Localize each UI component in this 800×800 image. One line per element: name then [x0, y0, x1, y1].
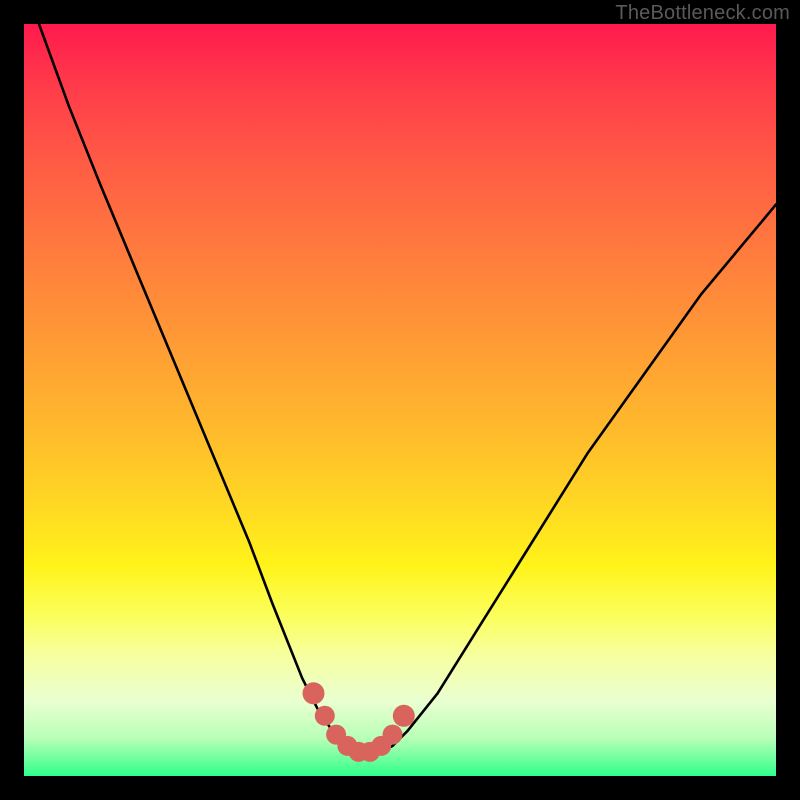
highlight-dot	[315, 706, 335, 726]
highlight-dots	[303, 682, 415, 762]
bottleneck-curve	[39, 24, 776, 753]
watermark-text: TheBottleneck.com	[615, 2, 790, 25]
chart-plot-area	[24, 24, 776, 776]
highlight-dot	[383, 725, 403, 745]
highlight-dot	[303, 682, 325, 704]
highlight-dot	[393, 705, 415, 727]
chart-frame: TheBottleneck.com	[0, 0, 800, 800]
chart-svg	[24, 24, 776, 776]
